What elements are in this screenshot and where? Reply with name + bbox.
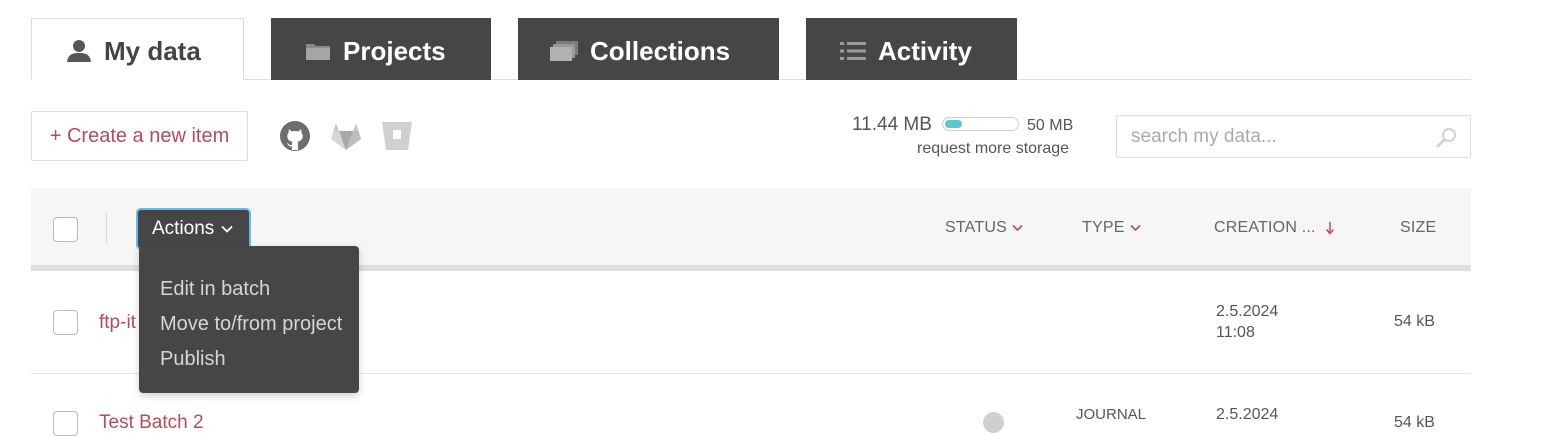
column-type[interactable]: TYPE	[1082, 219, 1141, 237]
column-type-label: TYPE	[1082, 219, 1125, 236]
storage-progress-fill	[945, 120, 962, 128]
request-more-storage-link[interactable]: request more storage	[917, 140, 1069, 158]
header-divider	[106, 213, 107, 245]
column-creation[interactable]: CREATION ...	[1214, 219, 1335, 237]
column-creation-label: CREATION ...	[1214, 219, 1316, 236]
tab-activity[interactable]: Activity	[806, 18, 1017, 80]
storage-progress-bar	[942, 117, 1019, 131]
row-title-link[interactable]: Test Batch 2	[99, 412, 204, 434]
user-icon	[64, 38, 94, 64]
arrow-down-icon	[1325, 221, 1335, 235]
column-status-label: STATUS	[945, 219, 1007, 236]
menu-item-move-to-from-project[interactable]: Move to/from project	[139, 307, 359, 342]
folder-icon	[303, 38, 333, 64]
row-creation-date: 2.5.2024	[1216, 406, 1279, 423]
gitlab-icon[interactable]	[329, 119, 363, 153]
search-icon[interactable]	[1436, 127, 1458, 149]
tab-label: Projects	[343, 35, 446, 66]
tab-label: My data	[104, 35, 201, 66]
tab-projects[interactable]: Projects	[271, 18, 491, 80]
row-type: JOURNAL	[1076, 406, 1147, 423]
menu-item-publish[interactable]: Publish	[139, 342, 359, 377]
storage-used: 11.44 MB	[852, 114, 932, 135]
github-icon[interactable]	[278, 119, 312, 153]
tab-collections[interactable]: Collections	[518, 18, 779, 80]
create-new-item-button[interactable]: + Create a new item	[31, 111, 248, 161]
chevron-down-icon	[1130, 224, 1141, 232]
row-size: 54 kB	[1394, 313, 1435, 330]
actions-dropdown-button[interactable]: Actions	[138, 210, 249, 248]
row-checkbox[interactable]	[53, 310, 78, 335]
menu-item-edit-in-batch[interactable]: Edit in batch	[139, 272, 359, 307]
actions-dropdown-menu: Edit in batch Move to/from project Publi…	[139, 246, 359, 393]
column-size[interactable]: SIZE	[1400, 219, 1436, 237]
list-icon	[838, 38, 868, 64]
column-status[interactable]: STATUS	[945, 219, 1023, 237]
tab-label: Activity	[878, 35, 972, 66]
stack-icon	[550, 38, 580, 64]
tab-label: Collections	[590, 35, 731, 66]
row-title-link[interactable]: ftp-it	[99, 312, 136, 334]
search-input[interactable]	[1117, 116, 1427, 157]
actions-label: Actions	[152, 218, 215, 239]
chevron-down-icon	[1012, 224, 1023, 232]
chevron-down-icon	[221, 223, 233, 235]
row-checkbox[interactable]	[53, 411, 78, 436]
row-creation-date: 2.5.2024	[1216, 303, 1279, 320]
storage-max: 50 MB	[1027, 117, 1074, 134]
bitbucket-icon[interactable]	[380, 119, 414, 153]
row-creation-time: 11:08	[1216, 324, 1255, 341]
tab-my-data[interactable]: My data	[31, 18, 244, 80]
select-all-checkbox[interactable]	[53, 217, 78, 242]
search-box	[1116, 115, 1471, 158]
